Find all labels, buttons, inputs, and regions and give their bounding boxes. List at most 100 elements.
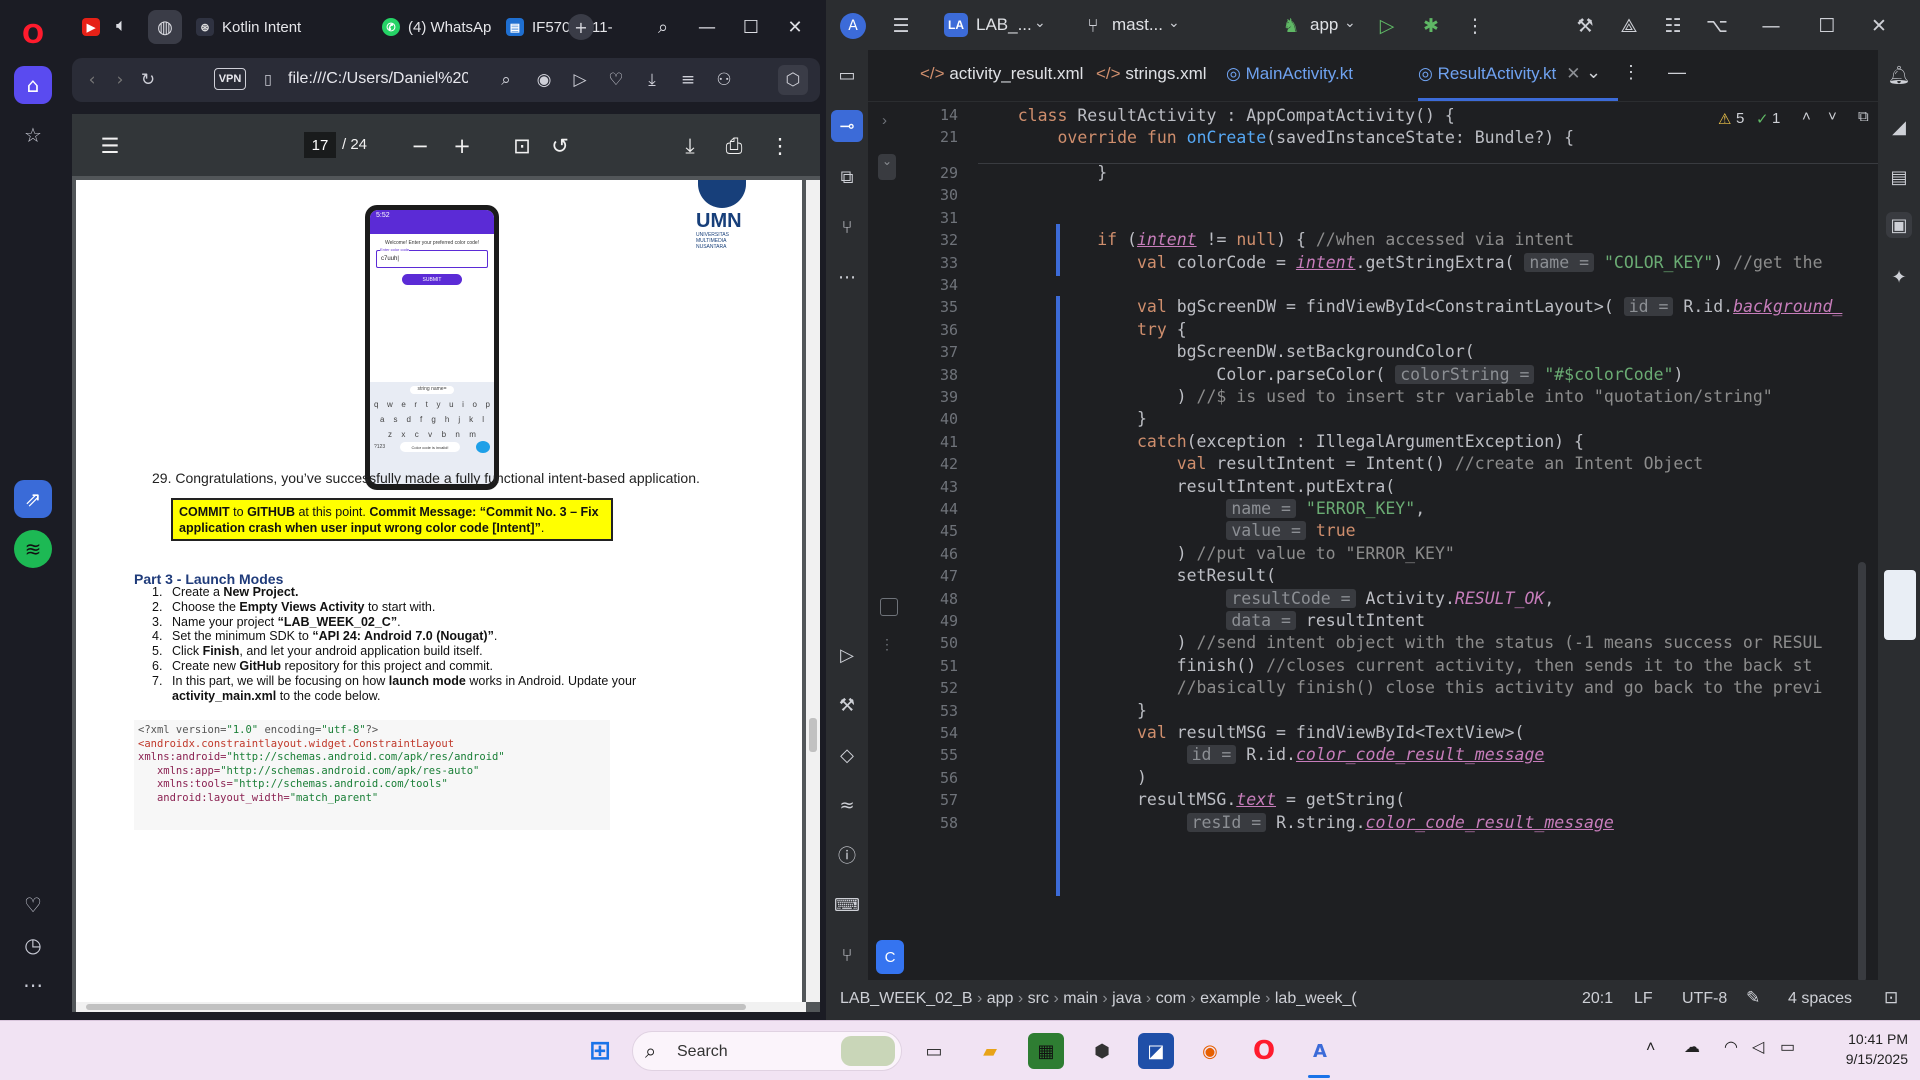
bookmarks-icon[interactable]: ☆ <box>14 116 52 154</box>
opera-logo-icon[interactable]: O <box>14 16 52 54</box>
maximize-button[interactable]: ☐ <box>1814 13 1840 39</box>
breadcrumb-item[interactable]: lab_week_( <box>1275 990 1357 1007</box>
more-options-icon[interactable]: ⋮ <box>766 132 794 160</box>
sdk-manager-icon[interactable]: ⚒ <box>1572 13 1598 39</box>
commit-icon[interactable]: ⊸ <box>831 110 863 142</box>
back-icon[interactable]: ‹ <box>80 68 104 92</box>
breadcrumb-item[interactable]: LAB_WEEK_02_B <box>840 990 973 1007</box>
lock-icon[interactable]: ⊡ <box>1884 988 1898 1008</box>
scroll-thumb[interactable] <box>809 718 817 752</box>
chevron-down-icon[interactable]: ⌄ <box>1034 14 1046 31</box>
chevron-down-icon[interactable]: ˅ <box>1828 108 1837 125</box>
clock-date[interactable]: 9/15/2025 <box>1818 1051 1908 1067</box>
taskbar-search[interactable]: ⌕ Search <box>632 1031 902 1071</box>
tab-whatsapp[interactable]: ✆ (4) WhatsAp <box>382 11 494 43</box>
hide-panel-icon[interactable]: — <box>1668 62 1686 83</box>
more-actions-icon[interactable]: ⋮ <box>1462 13 1488 39</box>
clock-time[interactable]: 10:41 PM <box>1818 1031 1908 1047</box>
favorites-heart-icon[interactable]: ♡ <box>14 886 52 924</box>
gemini-icon[interactable]: ✦ <box>1886 264 1912 290</box>
page-number-input[interactable]: 17 <box>304 132 336 158</box>
run-icon[interactable]: ▷ <box>1374 13 1400 39</box>
firefox-icon[interactable]: ◉ <box>1192 1033 1228 1069</box>
minecraft-icon[interactable]: ▦ <box>1028 1033 1064 1069</box>
app-icon[interactable]: ◪ <box>1138 1033 1174 1069</box>
minimize-button[interactable]: — <box>1758 13 1784 39</box>
heart-icon[interactable]: ♡ <box>604 68 628 92</box>
device-file-icon[interactable]: ▤ <box>1886 164 1912 190</box>
tab-strings-xml[interactable]: </> strings.xml <box>1096 64 1207 84</box>
close-button[interactable]: ✕ <box>780 12 810 42</box>
reader-mode-icon[interactable]: ⧉ <box>1858 108 1869 125</box>
chevron-up-icon[interactable]: ˄ <box>1802 108 1811 125</box>
build-icon[interactable]: ⚒ <box>834 692 860 718</box>
copilot-icon[interactable]: C <box>876 940 904 974</box>
file-encoding[interactable]: UTF-8 <box>1682 990 1727 1008</box>
zoom-icon[interactable]: ⌕ <box>494 68 518 92</box>
download-icon[interactable]: ⤓ <box>640 68 664 92</box>
android-studio-icon[interactable]: A <box>840 13 866 39</box>
youtube-icon[interactable]: ▶ <box>82 18 100 36</box>
app-quality-icon[interactable]: ◇ <box>834 742 860 768</box>
gradle-icon[interactable]: ◢ <box>1886 114 1912 140</box>
easy-setup-icon[interactable]: ≡ <box>676 68 700 92</box>
search-tabs-icon[interactable]: ⌕ <box>648 12 678 42</box>
run-tool-icon[interactable]: ▷ <box>834 642 860 668</box>
zoom-in-icon[interactable]: + <box>448 132 476 160</box>
history-clock-icon[interactable]: ◷ <box>14 926 52 964</box>
forward-icon[interactable]: › <box>108 68 132 92</box>
terminal-icon[interactable]: ⌨ <box>834 892 860 918</box>
zoom-out-icon[interactable]: − <box>406 132 434 160</box>
android-studio-taskbar-icon[interactable]: A <box>1302 1033 1338 1069</box>
line-separator[interactable]: LF <box>1634 990 1653 1008</box>
hscroll-thumb[interactable] <box>86 1004 746 1010</box>
tab-main-activity[interactable]: ◎ MainActivity.kt <box>1226 64 1353 84</box>
structure-icon[interactable]: ⧉ <box>834 164 860 190</box>
minimize-button[interactable]: — <box>692 12 722 42</box>
cloud-off-icon[interactable]: ☁ <box>1684 1037 1700 1057</box>
maximize-button[interactable]: ☐ <box>736 12 766 42</box>
check-icon[interactable]: ✓ <box>1756 110 1769 128</box>
spotify-icon[interactable]: ≋ <box>14 530 52 568</box>
git-icon[interactable]: ⑂ <box>834 942 860 968</box>
debug-icon[interactable]: ✱ <box>1418 13 1444 39</box>
breadcrumb-item[interactable]: example <box>1200 990 1260 1007</box>
run-config[interactable]: app <box>1310 15 1338 35</box>
breadcrumb-item[interactable]: java <box>1112 990 1141 1007</box>
breadcrumb-item[interactable]: main <box>1063 990 1098 1007</box>
running-devices-icon[interactable]: ▣ <box>1886 212 1912 238</box>
app-icon[interactable]: ⇗ <box>14 480 52 518</box>
opera-taskbar-icon[interactable]: O <box>1246 1033 1282 1069</box>
project-folder-icon[interactable]: ▭ <box>834 62 860 88</box>
device-manager-icon[interactable]: ☷ <box>1660 13 1686 39</box>
project-name[interactable]: LAB_... <box>976 15 1032 35</box>
camera-icon[interactable]: ◉ <box>532 68 556 92</box>
indent-setting[interactable]: 4 spaces <box>1788 990 1852 1008</box>
file-explorer-icon[interactable]: ▰ <box>972 1033 1008 1069</box>
breadcrumb-item[interactable]: src <box>1028 990 1049 1007</box>
logcat-icon[interactable]: ≈ <box>834 792 860 818</box>
checks-count[interactable]: 1 <box>1772 110 1780 127</box>
device-preview-thumbnail[interactable] <box>1884 570 1916 640</box>
caret-position[interactable]: 20:1 <box>1582 990 1613 1008</box>
tab-activity-result-xml[interactable]: </> activity_result.xml <box>920 64 1083 84</box>
more-dots-icon[interactable]: ⋯ <box>14 966 52 1004</box>
vcs-icon[interactable]: ⌥ <box>1704 13 1730 39</box>
new-tab-button[interactable]: + <box>568 14 594 40</box>
expand-icon[interactable]: › <box>882 112 887 129</box>
profile-icon[interactable]: ⚇ <box>712 68 736 92</box>
problems-icon[interactable]: ⓘ <box>834 842 860 868</box>
chevron-down-icon[interactable]: ⌄ <box>1168 14 1180 31</box>
chevron-down-icon[interactable]: ⌄ <box>1586 62 1601 83</box>
send-icon[interactable]: ▷ <box>568 68 592 92</box>
extensions-cube-icon[interactable]: ⬡ <box>778 65 808 95</box>
url-field[interactable]: file:///C:/Users/Daniel%20 <box>288 70 468 88</box>
tab-if570[interactable]: ▤ IF570-2511- <box>506 11 614 43</box>
pdf-horizontal-scrollbar[interactable] <box>76 1002 806 1012</box>
more-tools-icon[interactable]: ⋯ <box>834 264 860 290</box>
main-menu-icon[interactable]: ☰ <box>888 13 914 39</box>
close-tab-icon[interactable]: ✕ <box>1566 64 1580 83</box>
reload-icon[interactable]: ↻ <box>136 68 160 92</box>
translate-icon[interactable]: ⟁ <box>1616 13 1642 39</box>
notifications-icon[interactable]: 🔔︎ <box>1886 62 1912 88</box>
